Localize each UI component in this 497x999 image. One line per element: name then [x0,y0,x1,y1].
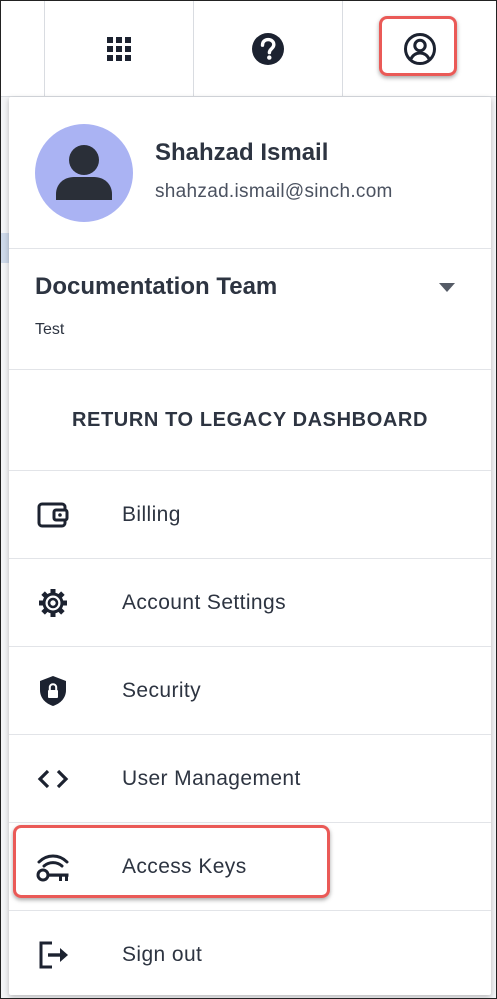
menu-item-sign-out[interactable]: Sign out [9,911,491,998]
return-to-legacy-dashboard-link[interactable]: RETURN TO LEGACY DASHBOARD [9,370,491,471]
sign-out-icon [35,937,71,973]
user-button-highlight [379,16,457,76]
apps-button[interactable] [45,1,193,96]
wallet-icon [35,497,71,533]
shield-lock-icon [35,673,71,709]
code-brackets-icon [35,761,71,797]
caret-down-icon [439,283,455,292]
avatar [35,124,133,222]
apps-grid-icon [107,36,131,61]
app-frame: Shahzad Ismail shahzad.ismail@sinch.com … [0,0,497,999]
access-keys-highlight [13,825,330,898]
menu-item-security[interactable]: Security [9,647,491,735]
menu-item-account-settings[interactable]: Account Settings [9,559,491,647]
profile-email: shahzad.ismail@sinch.com [155,181,393,202]
background-strip [1,233,9,263]
team-selector[interactable]: Documentation Team Test [9,249,491,370]
menu-item-user-management[interactable]: User Management [9,735,491,823]
menu-item-billing[interactable]: Billing [9,471,491,559]
team-name: Documentation Team [35,273,278,300]
team-subtitle: Test [35,321,65,338]
help-button[interactable] [194,1,342,96]
menu-item-label: Account Settings [122,591,286,614]
menu-item-label: User Management [122,767,301,790]
help-circle-icon [252,32,284,65]
profile-section: Shahzad Ismail shahzad.ismail@sinch.com [9,97,491,249]
menu-item-label: Security [122,679,202,702]
gear-icon [35,585,71,621]
menu-item-label: Billing [122,503,181,526]
profile-name: Shahzad Ismail [155,139,329,166]
person-avatar-icon [56,145,112,200]
menu-item-label: Sign out [122,943,203,966]
